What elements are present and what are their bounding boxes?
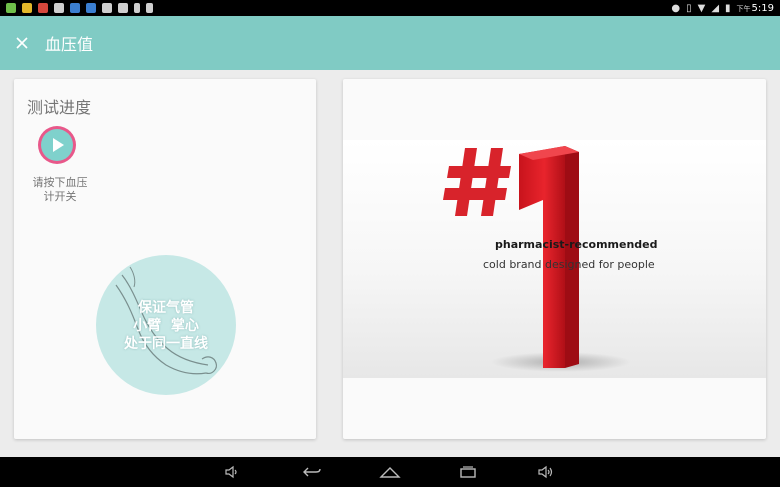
instruction-text: 请按下血压 计开关 xyxy=(32,176,88,203)
vibrate-icon: ▯ xyxy=(686,2,692,14)
progress-title: 测试进度 xyxy=(27,98,92,117)
home-icon xyxy=(379,467,401,478)
recents-button[interactable] xyxy=(453,461,483,483)
hash-sign xyxy=(443,148,511,216)
play-icon xyxy=(53,138,64,152)
recents-icon xyxy=(460,466,476,478)
wifi-icon: ▼ xyxy=(697,2,706,14)
back-icon xyxy=(303,467,321,477)
progress-card: 测试进度 请按下血压 计开关 保证气管 小臂 掌心 处于同一直线 xyxy=(14,79,316,439)
notification-icons xyxy=(6,3,153,13)
guide-text: 保证气管 小臂 掌心 处于同一直线 xyxy=(124,300,208,352)
time-ampm: 下午 xyxy=(736,4,751,13)
status-bar: ● ▯ ▼ ◢ ▮ 下午5:19 xyxy=(0,0,780,16)
arm-position-guide: 保证气管 小臂 掌心 处于同一直线 xyxy=(96,255,236,395)
volume-up-button[interactable] xyxy=(531,461,561,483)
ad-card[interactable]: pharmacist-recommended cold brand design… xyxy=(343,79,766,439)
ad-tagline-1: pharmacist-recommended xyxy=(495,238,658,251)
location-icon: ● xyxy=(671,2,681,14)
globe-icon xyxy=(86,3,96,13)
navigation-bar xyxy=(0,457,780,487)
app-icon xyxy=(6,3,16,13)
play-button[interactable] xyxy=(38,126,76,164)
battery-icon: ▮ xyxy=(725,2,731,14)
sd-card-icon xyxy=(146,3,153,13)
usb-icon xyxy=(134,3,140,13)
app-bar: 血压值 xyxy=(0,16,780,70)
volume-up-icon xyxy=(538,465,553,479)
message-icon xyxy=(38,3,48,13)
blocked-icon xyxy=(118,3,128,13)
close-button[interactable] xyxy=(2,23,42,63)
system-icons: ● ▯ ▼ ◢ ▮ 下午5:19 xyxy=(671,3,774,14)
number-one xyxy=(519,146,579,368)
ad-tagline-2: cold brand designed for people xyxy=(483,258,655,271)
signal-icon: ◢ xyxy=(711,2,720,14)
image-icon xyxy=(54,3,64,13)
page-title: 血压值 xyxy=(45,35,94,54)
ad-video[interactable]: pharmacist-recommended cold brand design… xyxy=(343,140,766,378)
back-button[interactable] xyxy=(297,461,327,483)
home-button[interactable] xyxy=(375,461,405,483)
volume-down-button[interactable] xyxy=(217,461,247,483)
close-icon xyxy=(16,37,28,49)
browser-icon xyxy=(70,3,80,13)
clock: 5:19 xyxy=(751,2,774,14)
settings-icon xyxy=(22,3,32,13)
volume-down-icon xyxy=(225,465,237,479)
video-icon xyxy=(102,3,112,13)
